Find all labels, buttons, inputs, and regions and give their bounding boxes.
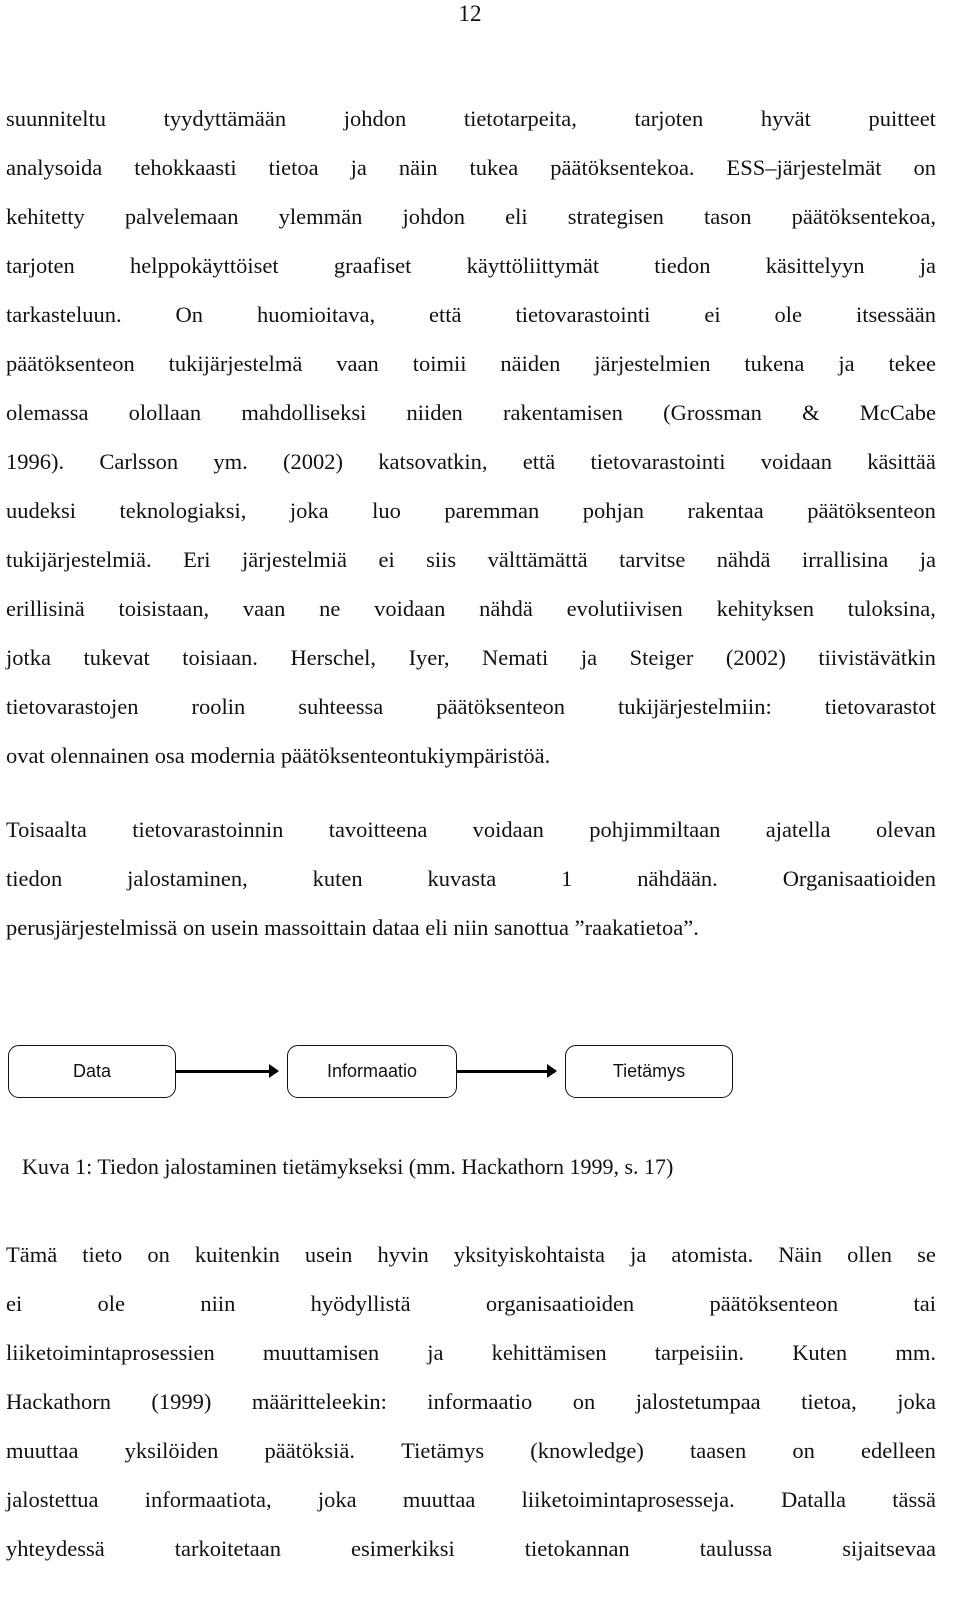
paragraph-2: Toisaalta tietovarastoinnin tavoitteena voi… <box>6 805 936 952</box>
text-line: suunniteltu tyydyttämään johdon tietotarpei… <box>6 106 936 131</box>
text-line: jalostettua informaatiota, joka muuttaa liik… <box>6 1487 936 1512</box>
text-line: Tämä tieto on kuitenkin usein hyvin yksityisko… <box>6 1242 936 1267</box>
text-line: jotka tukevat toisiaan. Herschel, Iyer, Nemat… <box>6 645 936 670</box>
figure-caption: Kuva 1: Tiedon jalostaminen tietämykseks… <box>22 1154 674 1179</box>
page-number: 12 <box>458 1 482 26</box>
text-line: tarjoten helppokäyttöiset graafiset käyttöl… <box>6 253 936 278</box>
text-line: tietovarastojen roolin suhteessa päätöksent… <box>6 694 936 719</box>
diagram-node-data: Data <box>8 1045 176 1098</box>
text-line: perusjärjestelmissä on usein massoittain… <box>6 915 699 940</box>
text-line: yhteydessä tarkoitetaan esimerkiksi tietoka… <box>6 1536 936 1561</box>
text-line: tiedon jalostaminen, kuten kuvasta 1 nähdään.… <box>6 866 936 891</box>
text-line: Toisaalta tietovarastoinnin tavoitteena voi… <box>6 817 936 842</box>
paragraph-3: Tämä tieto on kuitenkin usein hyvin yksityisko… <box>6 1230 936 1573</box>
figure-diagram: Data Informaatio Tietämys <box>0 1040 960 1110</box>
text-line: uudeksi teknologiaksi, joka luo paremman pohj… <box>6 498 936 523</box>
text-line: ovat olennainen osa modernia päätöksente… <box>6 743 551 768</box>
text-line: olemassa olollaan mahdolliseksi niiden raken… <box>6 400 936 425</box>
text-line: erillisinä toisistaan, vaan ne voidaan nähdä e… <box>6 596 936 621</box>
text-line: tukijärjestelmiä. Eri järjestelmiä ei siis vä… <box>6 547 936 572</box>
diagram-node-informaatio: Informaatio <box>287 1045 457 1098</box>
text-line: päätöksenteon tukijärjestelmä vaan toimii nä… <box>6 351 936 376</box>
text-line: liiketoimintaprosessien muuttamisen ja kehi… <box>6 1340 936 1365</box>
arrow-right-icon <box>457 1064 557 1078</box>
arrow-right-icon <box>176 1064 279 1078</box>
text-line: kehitetty palvelemaan ylemmän johdon eli stra… <box>6 204 936 229</box>
paragraph-1: suunniteltu tyydyttämään johdon tietotarpei… <box>6 94 936 780</box>
diagram-node-tietamys: Tietämys <box>565 1045 733 1098</box>
text-line: ei ole niin hyödyllistä organisaatioiden päät… <box>6 1291 936 1316</box>
text-line: 1996). Carlsson ym. (2002) katsovatkin, että t… <box>6 449 936 474</box>
text-line: muuttaa yksilöiden päätöksiä. Tietämys (know… <box>6 1438 936 1463</box>
text-line: Hackathorn (1999) määritteleekin: informaat… <box>6 1389 936 1414</box>
text-line: analysoida tehokkaasti tietoa ja näin tukea pä… <box>6 155 936 180</box>
text-line: tarkasteluun. On huomioitava, että tietovara… <box>6 302 936 327</box>
